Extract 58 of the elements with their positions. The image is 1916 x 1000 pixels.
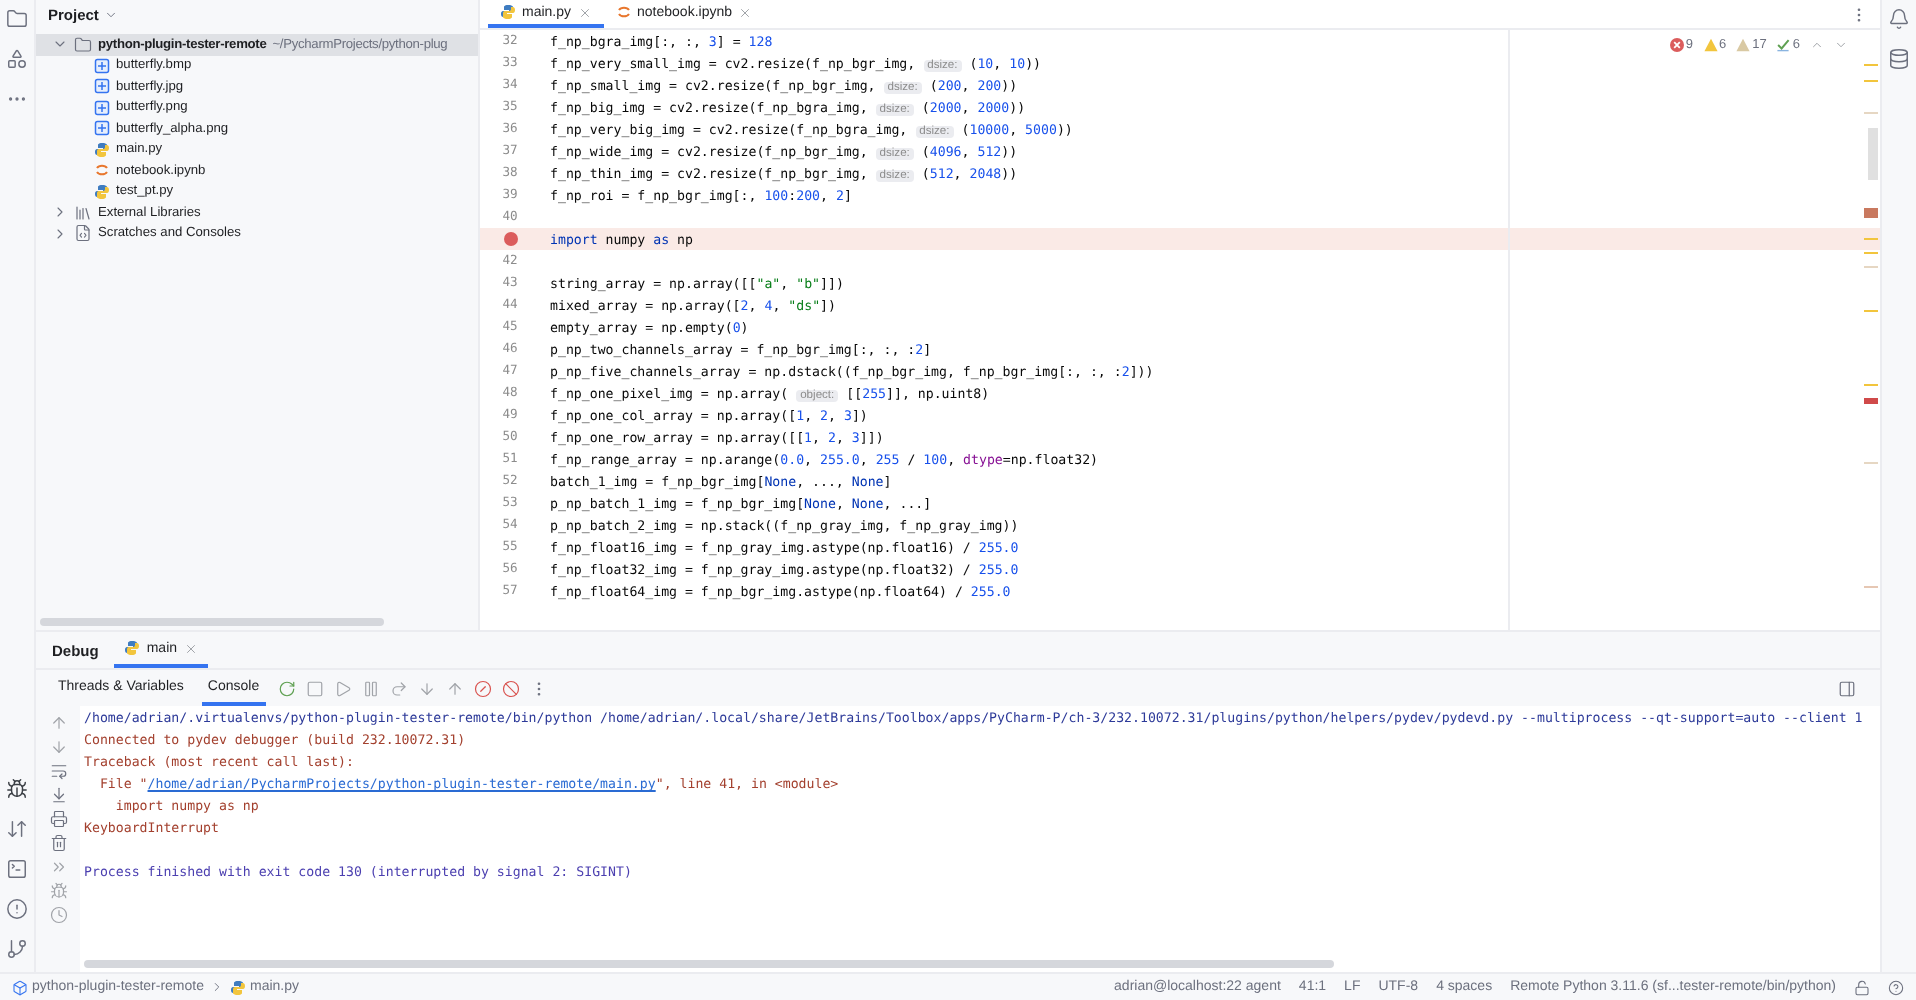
clock-icon[interactable] — [49, 906, 67, 924]
layout-icon[interactable] — [1838, 679, 1856, 697]
image-file-icon — [94, 120, 110, 137]
scratch-file-icon — [74, 224, 92, 243]
scroll-to-end-icon[interactable] — [49, 786, 67, 804]
python-file-icon — [124, 640, 141, 656]
view-breakpoints-icon[interactable] — [473, 679, 492, 697]
print-icon[interactable] — [49, 810, 67, 828]
close-icon[interactable] — [738, 5, 752, 19]
breakpoint-dot[interactable] — [503, 232, 517, 246]
debug-icon[interactable] — [6, 778, 28, 800]
soft-wrap-icon[interactable] — [49, 762, 67, 780]
image-file-icon — [94, 57, 110, 74]
notebook-file-icon — [94, 162, 110, 179]
module-icon — [12, 979, 28, 995]
step-over-icon[interactable] — [389, 679, 408, 697]
python-file-icon — [230, 979, 246, 995]
mute-breakpoints-icon[interactable] — [501, 679, 520, 697]
horizontal-scrollbar[interactable] — [84, 960, 1334, 968]
close-icon[interactable] — [577, 5, 592, 19]
weak-warning-icon — [1736, 38, 1751, 52]
python-file-icon — [500, 4, 516, 20]
down-arrow-icon[interactable] — [49, 738, 67, 756]
trash-icon[interactable] — [49, 834, 67, 852]
folder-icon — [74, 35, 92, 54]
pause-icon[interactable] — [361, 679, 380, 697]
rerun-icon[interactable] — [277, 679, 296, 697]
chevron-up-icon[interactable] — [1810, 38, 1824, 52]
double-chevron-icon[interactable] — [49, 858, 67, 876]
structure-icon[interactable] — [6, 48, 28, 70]
bug-icon[interactable] — [49, 882, 67, 900]
notebook-file-icon — [615, 4, 632, 20]
typo-check-icon — [1776, 38, 1791, 52]
up-arrow-icon[interactable] — [49, 714, 67, 732]
close-icon[interactable] — [183, 641, 198, 655]
image-file-icon — [94, 78, 110, 95]
python-file-icon — [94, 183, 110, 200]
library-icon — [74, 203, 92, 222]
chevron-right-icon[interactable] — [210, 980, 224, 994]
folder-icon[interactable] — [6, 8, 28, 30]
stop-icon[interactable] — [305, 679, 324, 697]
chevron-down-icon[interactable] — [1834, 38, 1848, 52]
help-icon[interactable] — [1888, 979, 1904, 995]
terminal-icon[interactable] — [6, 858, 28, 880]
horizontal-scrollbar[interactable] — [40, 618, 384, 626]
git-branch-icon[interactable] — [6, 938, 28, 960]
chevron-down-icon[interactable] — [104, 7, 119, 21]
warning-icon — [1703, 38, 1718, 52]
step-out-icon[interactable] — [445, 679, 464, 697]
database-icon[interactable] — [1888, 48, 1910, 70]
unlock-icon[interactable] — [1854, 979, 1870, 995]
problems-icon[interactable] — [6, 898, 28, 920]
sort-icon[interactable] — [6, 818, 28, 840]
notification-bell-icon[interactable] — [1888, 8, 1910, 30]
image-file-icon — [94, 99, 110, 116]
resume-icon[interactable] — [333, 679, 352, 697]
python-file-icon — [94, 141, 110, 158]
step-into-icon[interactable] — [417, 679, 436, 697]
